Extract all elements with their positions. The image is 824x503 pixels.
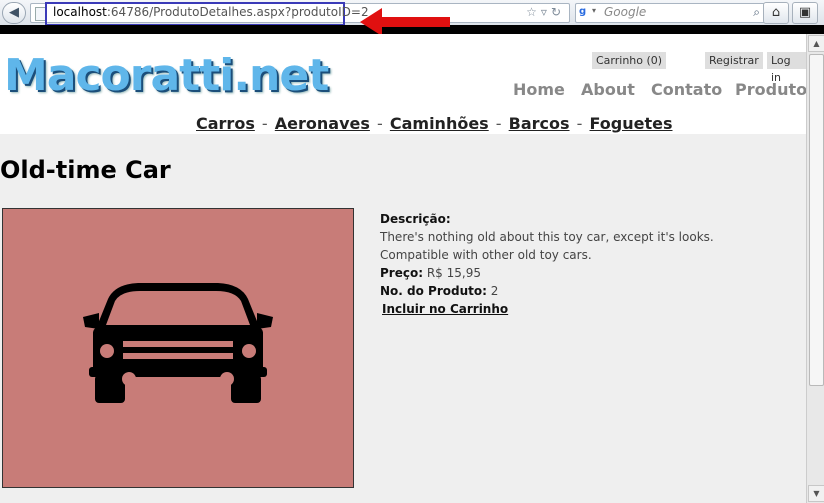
separator: - (371, 114, 388, 133)
url-host: localhost (53, 5, 107, 19)
search-icon[interactable]: ⌕ (753, 5, 760, 20)
separator: - (490, 114, 507, 133)
nav-home[interactable]: Home (513, 80, 565, 99)
product-number: 2 (490, 284, 499, 298)
product-image (2, 208, 354, 488)
price-label: Preço: (380, 266, 424, 280)
category-aeronaves[interactable]: Aeronaves (275, 114, 370, 133)
add-to-cart-link[interactable]: Incluir no Carrinho (380, 302, 508, 316)
google-icon[interactable]: g (579, 6, 591, 18)
site-header: Macoratti.net Carrinho (0) Registrar Log… (0, 34, 806, 134)
scroll-up-icon[interactable]: ▲ (808, 35, 824, 52)
category-caminhoes[interactable]: Caminhões (390, 114, 489, 133)
address-bar[interactable]: localhost:64786/ProdutoDetalhes.aspx?pro… (30, 2, 570, 26)
separator: - (256, 114, 273, 133)
scrollbar-thumb[interactable] (809, 54, 824, 386)
category-foguetes[interactable]: Foguetes (590, 114, 673, 133)
search-engine-caret-icon[interactable]: ▾ (592, 6, 596, 15)
product-number-label: No. do Produto: (380, 284, 487, 298)
car-icon (83, 283, 273, 403)
scroll-down-icon[interactable]: ▼ (808, 485, 824, 502)
category-menu: Carros - Aeronaves - Caminhões - Barcos … (196, 114, 673, 133)
dropdown-icon[interactable]: ▿ (541, 5, 551, 19)
separator: - (571, 114, 588, 133)
search-box[interactable]: g ▾ Google ⌕ (575, 3, 765, 23)
annotation-arrow-icon (360, 8, 450, 36)
description-label: Descrição: (380, 212, 451, 226)
category-barcos[interactable]: Barcos (509, 114, 570, 133)
star-icon[interactable]: ☆ (526, 5, 541, 19)
nav-contact[interactable]: Contato (651, 80, 722, 99)
site-logo[interactable]: Macoratti.net (4, 50, 329, 101)
home-icon[interactable]: ⌂ (763, 2, 789, 24)
product-title: Old-time Car (0, 156, 171, 184)
cart-link[interactable]: Carrinho (0) (592, 52, 667, 69)
nav-about[interactable]: About (581, 80, 635, 99)
nav-products[interactable]: Produtos (735, 80, 806, 99)
reload-icon[interactable]: ↻ (551, 5, 565, 19)
vertical-scrollbar[interactable]: ▲ ▼ (806, 34, 824, 503)
product-description: There's nothing old about this toy car, … (380, 230, 714, 262)
product-details: Descrição: There's nothing old about thi… (380, 210, 770, 318)
address-bar-controls[interactable]: ☆▿↻ (526, 5, 565, 19)
bookmark-icon[interactable]: ▣ (792, 2, 818, 24)
back-arrow-icon[interactable]: ◀ (2, 2, 26, 24)
category-carros[interactable]: Carros (196, 114, 255, 133)
page-content: Macoratti.net Carrinho (0) Registrar Log… (0, 34, 806, 503)
search-placeholder[interactable]: Google (604, 5, 646, 19)
login-link[interactable]: Log in (767, 52, 806, 84)
product-price: R$ 15,95 (426, 266, 481, 280)
url-text[interactable]: localhost:64786/ProdutoDetalhes.aspx?pro… (53, 5, 369, 19)
url-path: :64786/ProdutoDetalhes.aspx?produtoID=2 (106, 5, 369, 19)
register-link[interactable]: Registrar (705, 52, 763, 69)
